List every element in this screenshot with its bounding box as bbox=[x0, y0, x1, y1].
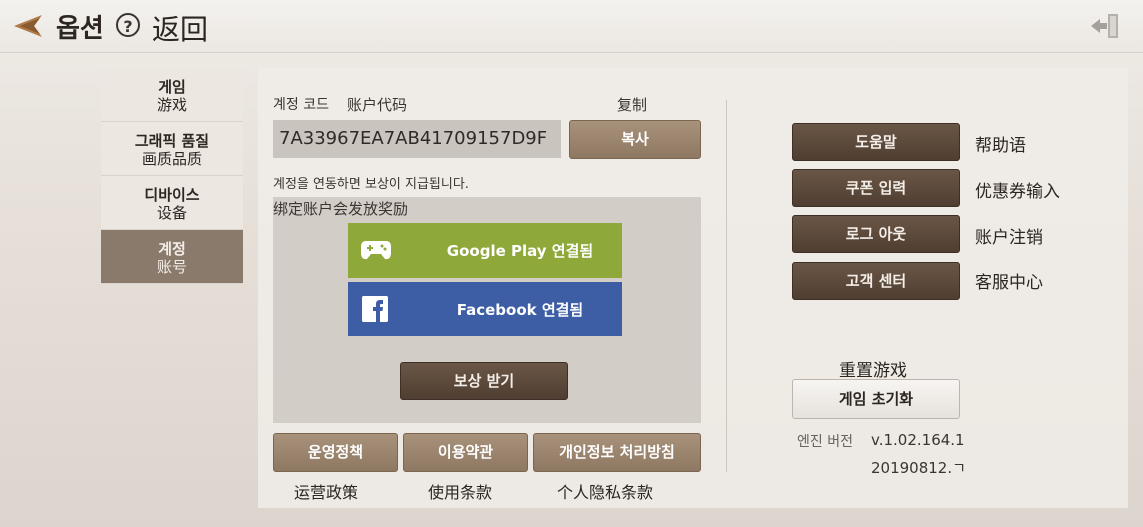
reward-notice-cn: 绑定账户会发放奖励 bbox=[273, 200, 409, 218]
account-code-label: 계정 코드 bbox=[273, 97, 329, 113]
google-play-button[interactable]: Google Play 연결됨 bbox=[348, 223, 622, 278]
coupon-button[interactable]: 쿠폰 입력 bbox=[792, 169, 960, 207]
terms-of-use-caption: 使用条款 bbox=[428, 483, 493, 502]
exit-icon[interactable] bbox=[1088, 11, 1122, 41]
engine-version-label: 엔진 버전 bbox=[797, 434, 853, 450]
tab-label-ko: 계정 bbox=[158, 240, 186, 258]
copy-button[interactable]: 복사 bbox=[569, 120, 701, 159]
account-code-label-cn: 账户代码 bbox=[347, 96, 408, 114]
facebook-label: Facebook 연결됨 bbox=[456, 300, 584, 319]
panel-divider bbox=[726, 100, 727, 472]
tab-label-cn: 账号 bbox=[156, 258, 187, 276]
tab-label-cn: 游戏 bbox=[156, 96, 187, 114]
logout-caption: 账户注销 bbox=[975, 228, 1043, 248]
terms-of-use-button[interactable]: 이용약관 bbox=[403, 433, 528, 472]
back-arrow-icon[interactable] bbox=[12, 12, 46, 40]
tab-label-ko: 게임 bbox=[158, 78, 186, 96]
tab-game[interactable]: 게임 游戏 bbox=[101, 68, 243, 122]
customer-center-button[interactable]: 고객 센터 bbox=[792, 262, 960, 300]
google-play-label: Google Play 연결됨 bbox=[446, 242, 594, 260]
facebook-button[interactable]: Facebook 연결됨 bbox=[348, 282, 622, 336]
help-button[interactable]: 도움말 bbox=[792, 123, 960, 161]
claim-reward-button[interactable]: 보상 받기 bbox=[400, 362, 568, 400]
tab-graphics[interactable]: 그래픽 품질 画质品质 bbox=[101, 122, 243, 176]
facebook-icon bbox=[362, 296, 388, 322]
account-code-field[interactable]: 7A33967EA7AB41709157D9F bbox=[273, 120, 561, 158]
tab-label-ko: 디바이스 bbox=[144, 186, 200, 204]
help-icon[interactable]: ? bbox=[116, 13, 140, 37]
logout-button[interactable]: 로그 아웃 bbox=[792, 215, 960, 253]
copy-label-cn: 复制 bbox=[617, 96, 648, 114]
settings-tabs: 게임 游戏 그래픽 품질 画质品质 디바이스 设备 계정 账号 bbox=[101, 68, 243, 284]
operation-policy-caption: 运营政策 bbox=[294, 483, 359, 502]
reward-notice: 계정을 연동하면 보상이 지급됩니다. bbox=[273, 177, 469, 192]
coupon-caption: 优惠券输入 bbox=[975, 182, 1060, 202]
tab-device[interactable]: 디바이스 设备 bbox=[101, 176, 243, 230]
operation-policy-button[interactable]: 운영정책 bbox=[273, 433, 398, 472]
top-bar: 옵션 ? 返回 bbox=[0, 0, 1143, 53]
reset-game-button[interactable]: 게임 초기화 bbox=[792, 379, 960, 419]
back-label[interactable]: 返回 bbox=[152, 8, 208, 48]
engine-version-value: v.1.02.164.1 bbox=[871, 431, 965, 449]
privacy-policy-caption: 个人隐私条款 bbox=[557, 483, 654, 502]
reset-game-caption: 重置游戏 bbox=[839, 361, 907, 381]
tab-label-ko: 그래픽 품질 bbox=[134, 132, 210, 150]
tab-account[interactable]: 계정 账号 bbox=[101, 230, 243, 284]
help-caption: 帮助语 bbox=[975, 136, 1026, 156]
tab-label-cn: 画质品质 bbox=[141, 150, 202, 168]
build-number: 20190812.ㄱ bbox=[871, 459, 966, 477]
page-title: 옵션 bbox=[56, 14, 104, 44]
gamepad-icon bbox=[361, 241, 391, 260]
privacy-policy-button[interactable]: 개인정보 처리방침 bbox=[533, 433, 701, 472]
tab-label-cn: 设备 bbox=[156, 204, 187, 222]
customer-center-caption: 客服中心 bbox=[975, 273, 1043, 293]
